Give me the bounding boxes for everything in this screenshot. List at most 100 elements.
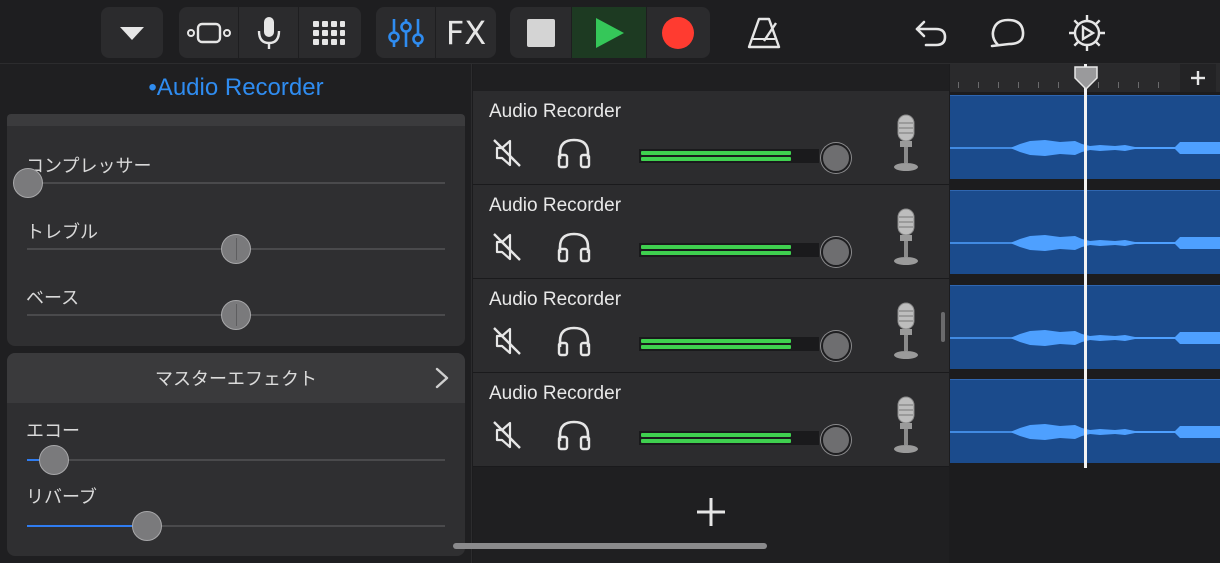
level-meter	[639, 337, 819, 351]
home-indicator[interactable]	[453, 543, 767, 549]
mute-button[interactable]	[491, 137, 523, 169]
vintage-microphone-icon	[894, 302, 918, 359]
bass-knob[interactable]	[221, 300, 251, 330]
timeline	[950, 64, 1220, 563]
ruler-tick	[1018, 82, 1019, 88]
level-meter-right	[641, 345, 791, 349]
level-meter-right	[641, 251, 791, 255]
level-meter-left	[641, 433, 791, 437]
microphone-icon	[257, 16, 280, 49]
track-list: Audio Recorder Audio Recorder Audio Reco…	[473, 64, 949, 563]
view-menu-button[interactable]	[101, 7, 163, 58]
mixer-button[interactable]	[376, 7, 436, 58]
ruler-tick	[998, 82, 999, 88]
track-name: Audio Recorder	[489, 383, 622, 404]
ruler-tick	[1058, 82, 1059, 88]
speaker-mute-icon	[493, 327, 521, 355]
settings-button[interactable]	[1061, 7, 1113, 58]
add-section-button[interactable]	[1180, 64, 1216, 92]
plus-icon	[1191, 71, 1205, 85]
level-meter-left	[641, 339, 791, 343]
reverb-label: リバーブ	[26, 487, 97, 507]
ruler-tick	[1038, 82, 1039, 88]
stop-icon	[526, 18, 555, 47]
triangle-down-icon	[120, 26, 144, 40]
stop-button[interactable]	[510, 7, 572, 58]
metronome-icon	[747, 17, 781, 48]
solo-button[interactable]	[556, 325, 592, 357]
tracks-view-icon	[186, 22, 231, 43]
track-header[interactable]: Audio Recorder	[473, 91, 949, 185]
playhead-handle-icon[interactable]	[1074, 66, 1098, 90]
mixer-group: FX	[376, 7, 496, 58]
bass-slider[interactable]	[27, 300, 445, 330]
scroll-indicator[interactable]	[941, 312, 945, 342]
track-name: Audio Recorder	[489, 289, 622, 310]
toolbar: FX	[0, 0, 1220, 64]
track-name: Audio Recorder	[489, 195, 622, 216]
level-meter-left	[641, 245, 791, 249]
fx-button[interactable]: FX	[436, 7, 496, 58]
track-header[interactable]: Audio Recorder	[473, 279, 949, 373]
record-button[interactable]	[647, 7, 709, 58]
track-header[interactable]: Audio Recorder	[473, 373, 949, 467]
instrument-icon-button[interactable]	[891, 395, 921, 455]
fx-label: FX	[445, 13, 487, 52]
metronome-button[interactable]	[738, 7, 790, 58]
master-effect-header[interactable]: マスターエフェクト	[7, 353, 465, 403]
ruler-tick	[978, 82, 979, 88]
loop-browser-button[interactable]	[982, 7, 1034, 58]
volume-knob[interactable]	[821, 237, 851, 267]
tracks-view-button[interactable]	[179, 7, 239, 58]
plus-icon	[697, 498, 725, 526]
treble-knob[interactable]	[221, 234, 251, 264]
echo-knob[interactable]	[39, 445, 69, 475]
volume-knob[interactable]	[821, 331, 851, 361]
instrument-icon-button[interactable]	[891, 113, 921, 173]
instrument-icon-button[interactable]	[891, 301, 921, 361]
compressor-knob[interactable]	[13, 168, 43, 198]
level-meter	[639, 243, 819, 257]
undo-icon	[915, 20, 947, 46]
track-header[interactable]: Audio Recorder	[473, 185, 949, 279]
volume-knob[interactable]	[821, 143, 851, 173]
track-controls-panel: •Audio Recorder コンプレッサー トレブル ベース マスターエフェ…	[0, 64, 472, 563]
speaker-mute-icon	[493, 139, 521, 167]
view-menu-group	[101, 7, 163, 58]
level-meter-right	[641, 439, 791, 443]
play-icon	[596, 17, 624, 48]
echo-slider[interactable]	[27, 445, 445, 475]
vintage-microphone-icon	[894, 396, 918, 453]
level-meter-left	[641, 151, 791, 155]
mute-button[interactable]	[491, 325, 523, 357]
transport-group	[510, 7, 710, 58]
instrument-icon-button[interactable]	[891, 207, 921, 267]
level-meter	[639, 431, 819, 445]
playhead-line[interactable]	[1084, 64, 1087, 468]
reverb-slider[interactable]	[27, 511, 445, 541]
solo-button[interactable]	[556, 231, 592, 263]
microphone-button[interactable]	[239, 7, 299, 58]
compressor-slider[interactable]	[13, 168, 445, 198]
mute-button[interactable]	[491, 419, 523, 451]
ruler-tick	[958, 82, 959, 88]
track-name: Audio Recorder	[489, 101, 622, 122]
vintage-microphone-icon	[894, 208, 918, 265]
mute-button[interactable]	[491, 231, 523, 263]
grid-button[interactable]	[299, 7, 359, 58]
master-effect-title: マスターエフェクト	[155, 369, 317, 389]
play-button[interactable]	[572, 7, 647, 58]
treble-label: トレブル	[26, 222, 98, 242]
reverb-knob[interactable]	[132, 511, 162, 541]
reverb-slider-fill	[27, 525, 147, 527]
volume-knob[interactable]	[821, 425, 851, 455]
treble-slider[interactable]	[27, 234, 445, 264]
gear-icon	[1069, 14, 1105, 51]
headphones-icon	[557, 420, 591, 451]
solo-button[interactable]	[556, 419, 592, 451]
solo-button[interactable]	[556, 137, 592, 169]
mixer-sliders-icon	[387, 18, 424, 47]
add-track-button[interactable]	[693, 494, 729, 530]
ruler-tick	[1118, 82, 1119, 88]
undo-button[interactable]	[905, 7, 957, 58]
